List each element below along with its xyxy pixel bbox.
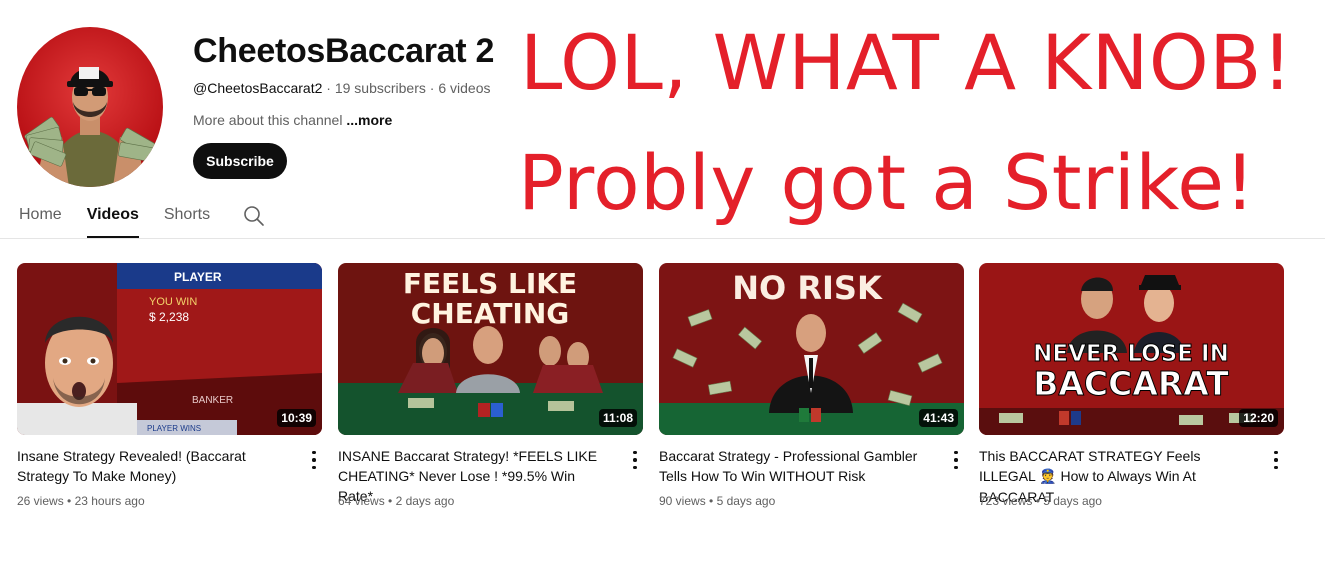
stat-separator: •	[1032, 494, 1044, 508]
tab-videos[interactable]: Videos	[86, 198, 140, 238]
tab-home[interactable]: Home	[19, 198, 62, 238]
overlay-caption-line2: Probly got a Strike!	[518, 138, 1256, 227]
subscribe-button[interactable]: Subscribe	[193, 143, 287, 179]
thumb-line1: FEELS LIKE	[403, 267, 577, 300]
view-count: 723 views	[979, 494, 1033, 508]
more-options-icon[interactable]	[948, 449, 964, 471]
more-options-icon[interactable]	[306, 449, 322, 471]
thumb-player-wins: PLAYER WINS	[147, 424, 201, 433]
view-count: 26 views	[17, 494, 64, 508]
thumbnail-image-feels-like-cheating: FEELS LIKE CHEATING	[338, 263, 643, 435]
more-link[interactable]: ...more	[346, 112, 392, 128]
thumb-line2: BACCARAT	[1033, 364, 1229, 403]
thumb-win-label: YOU WIN	[149, 296, 197, 308]
video-duration: 41:43	[919, 409, 958, 427]
thumb-line1: NO RISK	[732, 269, 883, 307]
upload-age: 23 hours ago	[74, 494, 145, 508]
subscriber-count: 19 subscribers	[334, 80, 426, 96]
thumb-banker-label: BANKER	[192, 395, 233, 406]
stat-separator: •	[384, 494, 396, 508]
channel-tabs: Home Videos Shorts	[19, 198, 235, 238]
video-title[interactable]: Insane Strategy Revealed! (Baccarat Stra…	[17, 446, 292, 486]
video-thumbnail[interactable]: NO RISK 41:43	[659, 263, 964, 435]
video-thumbnail[interactable]: NEVER LOSE IN BACCARAT 12:20	[979, 263, 1284, 435]
channel-meta: @CheetosBaccarat2 · 19 subscribers · 6 v…	[193, 80, 491, 96]
avatar-image	[24, 67, 156, 187]
meta-separator: ·	[322, 80, 335, 96]
video-card[interactable]: FEELS LIKE CHEATING 11:08 INSANE Baccara…	[338, 263, 643, 508]
video-title[interactable]: Baccarat Strategy - Professional Gambler…	[659, 446, 934, 486]
video-card[interactable]: PLAYER YOU WIN $ 2,238 BANKER PLAYER WIN…	[17, 263, 322, 508]
upload-age: 5 days ago	[1043, 494, 1102, 508]
police-officer-icon: 👮	[1039, 469, 1057, 485]
video-stats: 90 views • 5 days ago	[659, 494, 775, 508]
thumb-player-label: PLAYER	[174, 270, 222, 284]
thumb-amount: $ 2,238	[149, 310, 189, 324]
view-count: 90 views	[659, 494, 706, 508]
stat-separator: •	[63, 494, 75, 508]
video-card[interactable]: NO RISK 41:43 Baccarat Strategy - Profes…	[659, 263, 964, 508]
meta-separator: ·	[425, 80, 439, 96]
video-count: 6 videos	[438, 80, 491, 96]
more-options-icon[interactable]	[1268, 449, 1284, 471]
video-stats: 64 views • 2 days ago	[338, 494, 454, 508]
upload-age: 5 days ago	[716, 494, 776, 508]
video-duration: 12:20	[1239, 409, 1278, 427]
stat-separator: •	[705, 494, 717, 508]
thumbnail-image-baccarat-table: PLAYER YOU WIN $ 2,238 BANKER PLAYER WIN…	[17, 263, 322, 435]
more-options-icon[interactable]	[627, 449, 643, 471]
view-count: 64 views	[338, 494, 385, 508]
channel-handle: @CheetosBaccarat2	[193, 80, 323, 96]
overlay-caption-line1: LOL, WHAT A KNOB!	[520, 18, 1293, 107]
search-icon[interactable]	[243, 205, 265, 227]
video-stats: 26 views • 23 hours ago	[17, 494, 145, 508]
thumb-line2: CHEATING	[411, 297, 570, 330]
video-thumbnail[interactable]: FEELS LIKE CHEATING 11:08	[338, 263, 643, 435]
upload-age: 2 days ago	[395, 494, 455, 508]
video-thumbnail[interactable]: PLAYER YOU WIN $ 2,238 BANKER PLAYER WIN…	[17, 263, 322, 435]
channel-about[interactable]: More about this channel ...more	[193, 112, 392, 128]
video-stats: 723 views • 5 days ago	[979, 494, 1102, 508]
about-text: More about this channel	[193, 112, 343, 128]
tabs-divider	[0, 238, 1325, 239]
video-duration: 10:39	[277, 409, 316, 427]
tab-shorts[interactable]: Shorts	[164, 198, 210, 238]
video-card[interactable]: NEVER LOSE IN BACCARAT 12:20 This BACCAR…	[979, 263, 1284, 508]
thumbnail-image-never-lose: NEVER LOSE IN BACCARAT	[979, 263, 1284, 435]
channel-name: CheetosBaccarat 2	[193, 32, 495, 70]
thumbnail-image-no-risk: NO RISK	[659, 263, 964, 435]
channel-avatar[interactable]	[17, 27, 163, 187]
video-duration: 11:08	[598, 409, 637, 427]
